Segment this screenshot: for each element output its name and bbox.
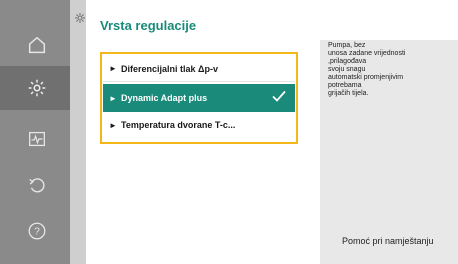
nav-diagnostics[interactable] bbox=[22, 124, 52, 154]
pulse-icon bbox=[29, 131, 45, 147]
help-line: unosa zadane vrijednosti bbox=[328, 50, 406, 57]
help-line: svoju snagu bbox=[328, 66, 366, 73]
nav-help[interactable]: ? bbox=[22, 216, 52, 246]
list-item-differential-pressure[interactable]: ► Diferencijalni tlak Δp-v bbox=[103, 56, 295, 82]
nav-settings[interactable] bbox=[22, 73, 52, 103]
help-description: Pumpa, bez unosa zadane vrijednosti ,pri… bbox=[328, 42, 448, 98]
chevron-right-icon: ► bbox=[109, 64, 117, 73]
list-item-dynamic-adapt[interactable]: ► Dynamic Adapt plus bbox=[103, 84, 295, 112]
list-item-label: Temperatura dvorane T-c... bbox=[121, 120, 236, 130]
help-line: ,prilagođava bbox=[328, 58, 367, 65]
help-icon: ? bbox=[28, 222, 46, 240]
list-item-label: Dynamic Adapt plus bbox=[121, 93, 208, 103]
gear-icon bbox=[28, 79, 46, 97]
list-item-label: Diferencijalni tlak Δp-v bbox=[121, 63, 218, 74]
nav-undo[interactable] bbox=[22, 170, 52, 200]
list-item-hall-temperature[interactable]: ► Temperatura dvorane T-c... bbox=[103, 112, 295, 138]
setup-help-link[interactable]: Pomoć pri namještanju bbox=[342, 236, 434, 246]
nav-home[interactable] bbox=[22, 30, 52, 60]
help-line: automatski promjenjivim bbox=[328, 74, 404, 81]
home-icon bbox=[28, 36, 46, 54]
rail-divider bbox=[70, 0, 86, 264]
chevron-right-icon: ► bbox=[109, 93, 117, 103]
help-line: Pumpa, bez bbox=[328, 42, 366, 49]
help-line: grijačih tijela. bbox=[328, 90, 369, 97]
help-line: potrebama bbox=[328, 82, 362, 89]
svg-text:?: ? bbox=[34, 227, 40, 238]
page-title: Vrsta regulacije bbox=[100, 18, 197, 33]
chevron-right-icon: ► bbox=[109, 120, 117, 130]
settings-context-icon bbox=[75, 13, 85, 23]
checkmark-icon bbox=[272, 90, 286, 102]
undo-icon bbox=[29, 178, 45, 193]
